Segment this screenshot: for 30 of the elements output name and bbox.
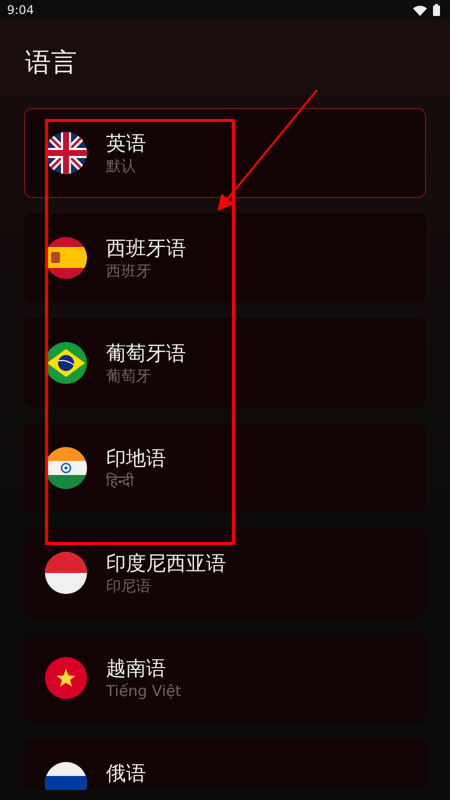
language-subtitle: 葡萄牙 xyxy=(106,366,152,386)
india-flag-icon xyxy=(45,447,87,489)
language-item[interactable]: 葡萄牙语 葡萄牙 xyxy=(24,318,426,408)
vietnam-flag-icon xyxy=(45,657,87,699)
battery-icon xyxy=(433,4,440,16)
language-subtitle: 印尼语 xyxy=(106,576,152,596)
language-name: 西班牙语 xyxy=(106,235,186,261)
spain-flag-icon xyxy=(45,237,87,279)
language-name: 英语 xyxy=(106,130,146,156)
language-subtitle: हिन्दी xyxy=(106,471,136,491)
language-subtitle: 西班牙 xyxy=(106,261,152,281)
language-item[interactable]: 俄语 xyxy=(24,738,426,790)
language-name: 葡萄牙语 xyxy=(106,340,186,366)
page-title: 语言 xyxy=(25,47,77,80)
status-time: 9:04 xyxy=(7,3,34,17)
uk-flag-icon xyxy=(45,132,87,174)
language-name: 越南语 xyxy=(106,655,167,681)
language-item[interactable]: 英语 默认 xyxy=(24,108,426,198)
language-item[interactable]: 印地语 हिन्दी xyxy=(24,423,426,513)
brazil-flag-icon xyxy=(45,342,87,384)
language-item[interactable]: 西班牙语 西班牙 xyxy=(24,213,426,303)
wifi-icon xyxy=(413,4,427,16)
language-subtitle: 默认 xyxy=(106,156,137,176)
language-item[interactable]: 越南语 Tiếng Việt xyxy=(24,633,426,723)
language-name: 俄语 xyxy=(106,760,146,786)
language-item[interactable]: 印度尼西亚语 印尼语 xyxy=(24,528,426,618)
language-name: 印地语 xyxy=(106,445,166,471)
indonesia-flag-icon xyxy=(45,552,87,594)
language-name: 印度尼西亚语 xyxy=(106,550,226,576)
language-subtitle: Tiếng Việt xyxy=(106,681,182,701)
